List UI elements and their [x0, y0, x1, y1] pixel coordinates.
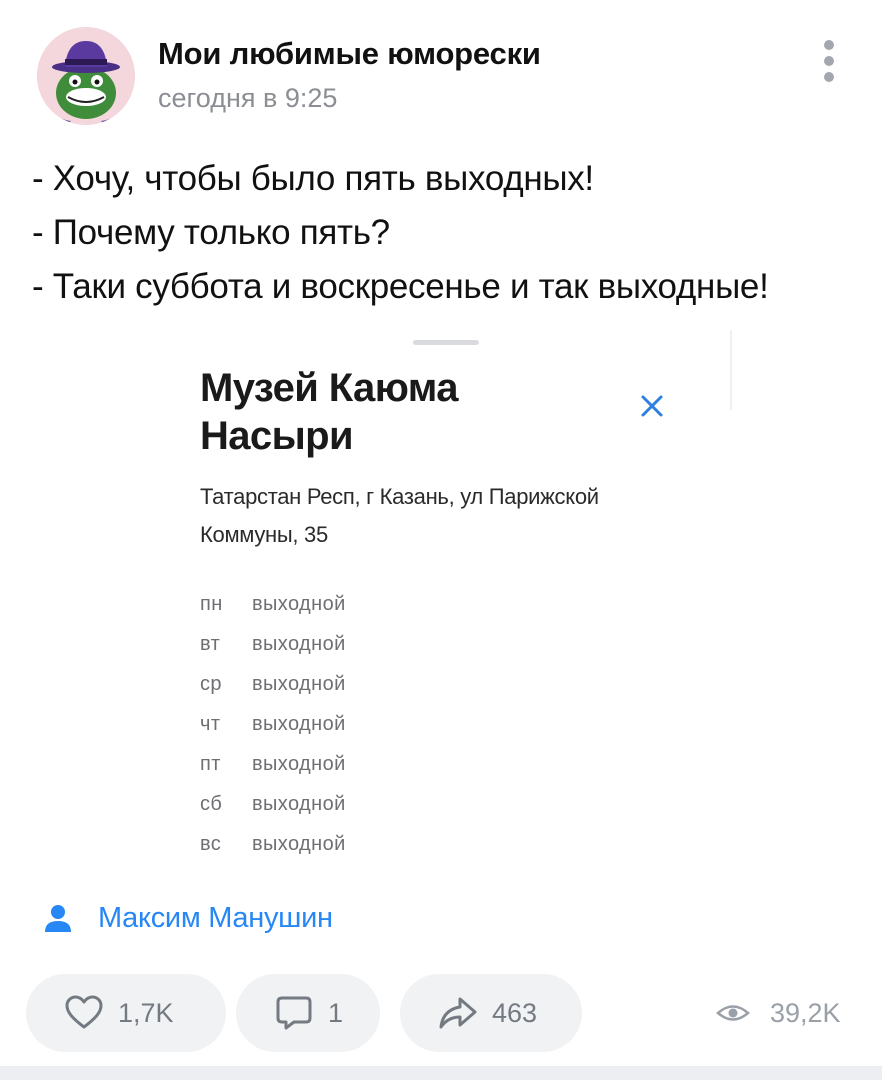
close-icon — [630, 384, 674, 428]
like-button[interactable]: 1,7K — [26, 974, 226, 1052]
schedule-day: сб — [200, 792, 223, 815]
schedule-status: выходной — [252, 672, 346, 695]
place-address: Татарстан Респ, г Казань, ул Парижской К… — [200, 484, 599, 547]
more-vertical-icon-dot — [824, 40, 834, 50]
schedule-row: пт выходной — [200, 744, 460, 784]
eye-icon — [716, 996, 750, 1030]
schedule-row: чт выходной — [200, 704, 460, 744]
post-text-line: - Таки суббота и воскресенье и так выход… — [32, 267, 769, 306]
comment-icon — [272, 991, 316, 1035]
post-text-line: - Почему только пять? — [32, 213, 390, 252]
schedule-status: выходной — [252, 752, 346, 775]
schedule-status: выходной — [252, 792, 346, 815]
more-vertical-icon-dot — [824, 56, 834, 66]
more-options-button[interactable] — [806, 36, 852, 86]
more-vertical-icon-dot — [824, 72, 834, 82]
post-time: сегодня в 9:25 — [158, 83, 338, 113]
schedule-status: выходной — [252, 592, 346, 615]
post-header: Мои любимые юморески сегодня в 9:25 — [0, 0, 882, 140]
sheet-grabber — [413, 340, 479, 345]
feed-separator — [0, 1066, 882, 1080]
schedule-day: пт — [200, 752, 221, 775]
opening-hours: пн выходной вт выходной ср выходной чт в… — [200, 584, 460, 864]
avatar-image — [37, 27, 135, 125]
schedule-row: сб выходной — [200, 784, 460, 824]
post-text-line: - Хочу, чтобы было пять выходных! — [32, 159, 594, 198]
schedule-status: выходной — [252, 832, 346, 855]
schedule-day: чт — [200, 712, 221, 735]
schedule-row: вт выходной — [200, 624, 460, 664]
views-count: 39,2K — [770, 997, 841, 1028]
place-title: Музей Каюма Насыри — [200, 366, 458, 458]
schedule-day: ср — [200, 672, 222, 695]
attached-image[interactable]: Музей Каюма Насыри Татарстан Респ, г Каз… — [148, 330, 738, 875]
schedule-day: вт — [200, 632, 221, 655]
share-arrow-icon — [436, 991, 480, 1035]
schedule-row: вс выходной — [200, 824, 460, 864]
share-button[interactable]: 463 — [400, 974, 582, 1052]
group-name[interactable]: Мои любимые юморески — [158, 36, 541, 72]
schedule-day: пн — [200, 592, 223, 615]
views-counter: 39,2K — [716, 974, 841, 1052]
schedule-day: вс — [200, 832, 222, 855]
author-name[interactable]: Максим Манушин — [98, 902, 333, 935]
schedule-status: выходной — [252, 712, 346, 735]
post-author[interactable]: Максим Манушин — [42, 898, 333, 938]
heart-icon — [62, 991, 106, 1035]
divider — [730, 330, 732, 410]
group-avatar[interactable] — [37, 27, 135, 125]
post-text: - Хочу, чтобы было пять выходных! - Поче… — [32, 152, 862, 314]
schedule-row: пн выходной — [200, 584, 460, 624]
comment-button[interactable]: 1 — [236, 974, 380, 1052]
schedule-row: ср выходной — [200, 664, 460, 704]
like-count: 1,7K — [118, 997, 174, 1028]
schedule-status: выходной — [252, 632, 346, 655]
post-actions: 1,7K 1 463 39,2K — [0, 970, 882, 1056]
user-icon — [42, 902, 74, 934]
share-count: 463 — [492, 997, 538, 1028]
comment-count: 1 — [328, 997, 344, 1028]
